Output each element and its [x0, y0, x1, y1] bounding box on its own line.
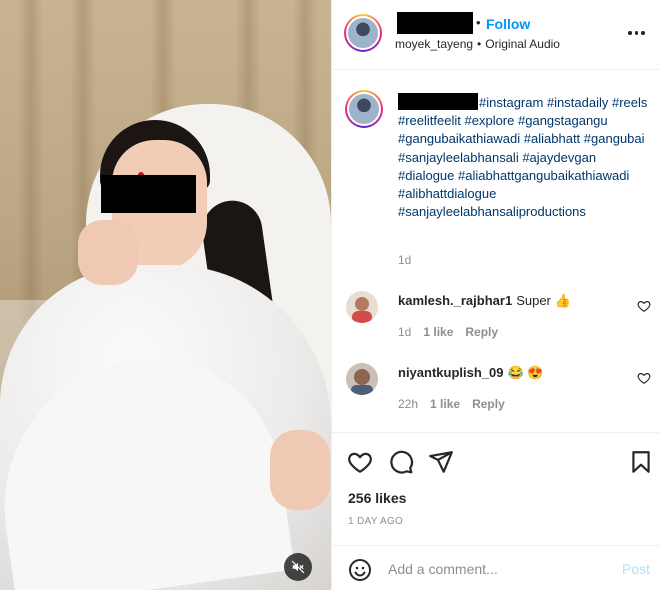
comment-like-heart-icon[interactable]	[637, 371, 651, 385]
more-dot	[634, 31, 638, 35]
comment-username[interactable]: niyantkuplish_09 😂 😍	[398, 365, 543, 381]
hashtag-link[interactable]: #gangubaikathiawadi	[398, 131, 520, 146]
more-options-button[interactable]	[628, 30, 648, 36]
hashtag-link[interactable]: #instagram	[479, 95, 543, 110]
bookmark-icon[interactable]	[628, 449, 654, 475]
separator-dot: •	[476, 15, 481, 30]
hashtag-link[interactable]: #ajaydevgan	[522, 150, 596, 165]
redacted-username	[398, 93, 478, 110]
share-icon[interactable]	[428, 449, 454, 475]
audio-label[interactable]: Original Audio	[485, 37, 560, 51]
add-comment-bar: Post	[332, 545, 659, 590]
hashtag-link[interactable]: #reelitfeelit	[398, 113, 461, 128]
redacted-username	[397, 12, 473, 34]
hashtag-link[interactable]: #instadaily	[547, 95, 608, 110]
comment-time: 1d	[398, 325, 412, 339]
curtain-decor	[18, 0, 44, 330]
post-details-panel: • Follow moyek_tayeng • Original Audio #in…	[331, 0, 659, 590]
comment-username[interactable]: kamlesh._rajbhar1 Super 👍	[398, 293, 571, 309]
comment-meta: 1d 1 like Reply	[398, 325, 510, 339]
hashtag-link[interactable]: #dialogue	[398, 168, 454, 183]
comment-icon[interactable]	[388, 449, 414, 475]
post-header: • Follow moyek_tayeng • Original Audio	[332, 0, 659, 70]
comment-like-heart-icon[interactable]	[637, 299, 651, 313]
hashtag-link[interactable]: #alibhattdialogue	[398, 186, 496, 201]
hand	[78, 220, 138, 285]
commenter-avatar[interactable]	[346, 363, 378, 395]
avatar-photo	[346, 363, 378, 395]
hashtag-link[interactable]: #sanjayleelabhansaliproductions	[398, 204, 586, 219]
hand	[270, 430, 330, 510]
avatar-photo	[346, 291, 378, 323]
mute-button[interactable]	[284, 553, 312, 581]
caption-author-avatar[interactable]	[345, 90, 383, 128]
author-avatar[interactable]	[344, 14, 382, 52]
more-dot	[641, 31, 645, 35]
emoji-icon[interactable]	[348, 558, 372, 582]
hashtag-link[interactable]: #reels	[612, 95, 647, 110]
separator-dot: •	[477, 37, 482, 51]
hashtag-link[interactable]: #gangubai	[584, 131, 645, 146]
hashtag-link[interactable]: #gangstagangu	[518, 113, 608, 128]
comment-likes[interactable]: 1 like	[430, 397, 460, 411]
reply-button[interactable]: Reply	[465, 325, 498, 339]
hashtag-list: #instagram #instadaily #reels #reelitfee…	[398, 95, 647, 219]
reply-button[interactable]: Reply	[472, 397, 505, 411]
comment-input[interactable]	[388, 558, 608, 580]
hashtag-link[interactable]: #explore	[465, 113, 515, 128]
comment-meta: 22h 1 like Reply	[398, 397, 517, 411]
hashtag-link[interactable]: #aliabhatt	[524, 131, 580, 146]
follow-button[interactable]: Follow	[486, 16, 530, 32]
more-dot	[628, 31, 632, 35]
post-actions: 256 likes 1 DAY AGO Post	[332, 432, 659, 590]
muted-speaker-icon	[291, 560, 305, 574]
post-comment-button[interactable]: Post	[622, 561, 650, 577]
post-date: 1 DAY AGO	[348, 516, 404, 527]
comment-text: Super 👍	[516, 293, 571, 308]
commenter-avatar[interactable]	[346, 291, 378, 323]
comment-likes[interactable]: 1 like	[423, 325, 453, 339]
caption-text: #instagram #instadaily #reels #reelitfee…	[398, 93, 648, 221]
comment-username-text[interactable]: niyantkuplish_09	[398, 365, 503, 380]
face-censor-bar	[101, 175, 196, 213]
post-media[interactable]	[0, 0, 331, 590]
heart-icon[interactable]	[347, 449, 373, 475]
audio-line: moyek_tayeng • Original Audio	[395, 37, 560, 51]
comment-item: niyantkuplish_09 😂 😍 22h 1 like Reply	[332, 358, 659, 428]
hashtag-link[interactable]: #sanjayleelabhansali	[398, 150, 519, 165]
comment-username-text[interactable]: kamlesh._rajbhar1	[398, 293, 512, 308]
comment-time: 22h	[398, 397, 419, 411]
comment-text: 😂 😍	[507, 365, 544, 380]
comment-item: kamlesh._rajbhar1 Super 👍 1d 1 like Reply	[332, 286, 659, 356]
hashtag-link[interactable]: #aliabhattgangubaikathiawadi	[458, 168, 629, 183]
caption-time: 1d	[398, 253, 412, 267]
likes-count[interactable]: 256 likes	[348, 490, 406, 506]
audio-username[interactable]: moyek_tayeng	[395, 37, 473, 51]
